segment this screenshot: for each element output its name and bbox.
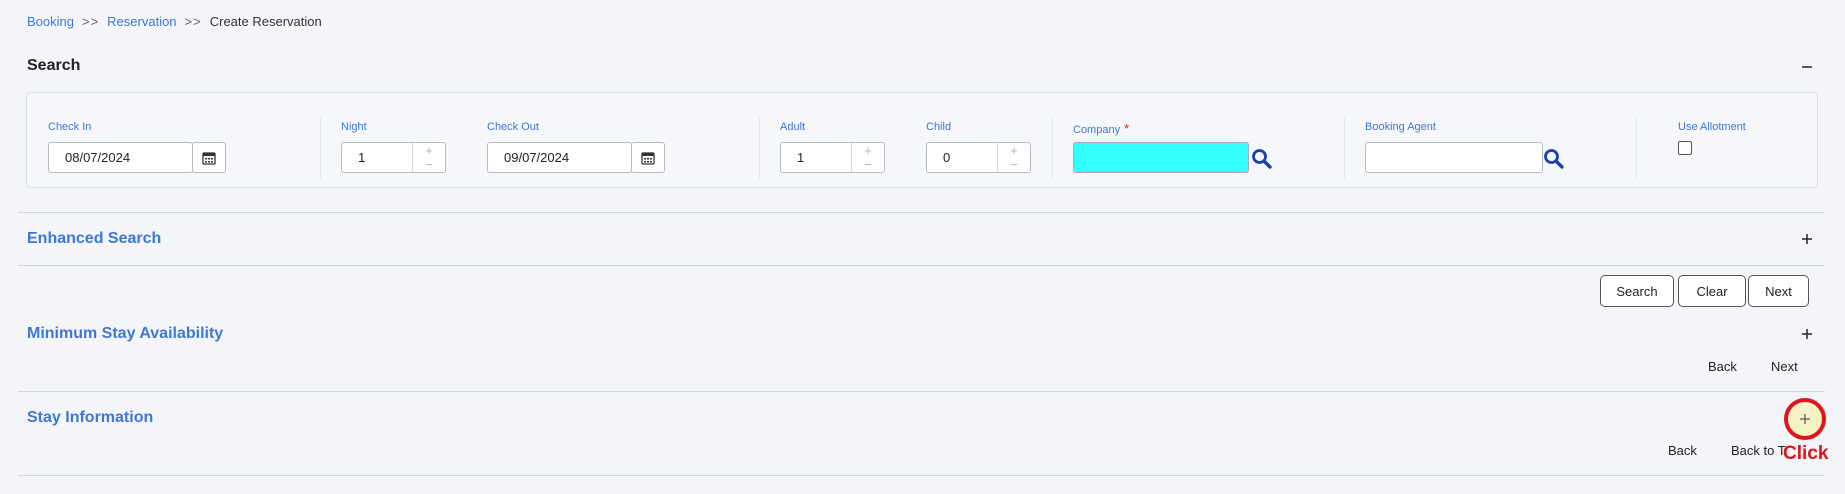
- stay-info-back-button[interactable]: Back: [1668, 443, 1697, 458]
- company-search-icon[interactable]: [1251, 148, 1273, 170]
- increment-icon[interactable]: +: [852, 143, 884, 158]
- field-divider: [320, 118, 321, 178]
- night-label: Night: [341, 121, 367, 133]
- calendar-icon[interactable]: [631, 142, 665, 173]
- section-divider: [18, 475, 1825, 476]
- breadcrumb-separator: >>: [81, 14, 100, 29]
- adult-stepper[interactable]: 1 + −: [780, 142, 885, 173]
- check-out-input[interactable]: [487, 142, 632, 173]
- booking-agent-search-icon[interactable]: [1543, 148, 1565, 170]
- company-input[interactable]: [1073, 142, 1249, 173]
- stay-information-title[interactable]: Stay Information: [27, 409, 153, 427]
- minus-icon[interactable]: [1797, 57, 1817, 77]
- breadcrumb-reservation[interactable]: Reservation: [107, 14, 176, 29]
- use-allotment-checkbox[interactable]: [1678, 141, 1692, 155]
- search-button[interactable]: Search: [1600, 275, 1674, 307]
- decrement-icon[interactable]: −: [998, 158, 1030, 173]
- check-in-label: Check In: [48, 121, 92, 133]
- booking-agent-input[interactable]: [1365, 142, 1543, 173]
- company-label: Company *: [1073, 121, 1129, 136]
- section-divider: [18, 391, 1825, 392]
- plus-icon[interactable]: [1784, 398, 1826, 440]
- clear-button[interactable]: Clear: [1678, 275, 1746, 307]
- breadcrumb-current: Create Reservation: [209, 14, 322, 29]
- field-divider: [1636, 118, 1637, 178]
- adult-value[interactable]: 1: [781, 143, 851, 172]
- plus-icon[interactable]: [1797, 324, 1817, 344]
- min-stay-next-button[interactable]: Next: [1771, 359, 1798, 374]
- min-stay-back-button[interactable]: Back: [1708, 359, 1737, 374]
- check-out-label: Check Out: [487, 121, 539, 133]
- breadcrumb-booking[interactable]: Booking: [27, 14, 74, 29]
- increment-icon[interactable]: +: [998, 143, 1030, 158]
- enhanced-search-title[interactable]: Enhanced Search: [27, 230, 161, 248]
- decrement-icon[interactable]: −: [413, 158, 445, 173]
- child-stepper[interactable]: 0 + −: [926, 142, 1031, 173]
- next-button[interactable]: Next: [1748, 275, 1809, 307]
- search-panel: [26, 92, 1818, 188]
- field-divider: [759, 118, 760, 178]
- calendar-icon[interactable]: [192, 142, 226, 173]
- child-label: Child: [926, 121, 952, 133]
- adult-label: Adult: [780, 121, 806, 133]
- increment-icon[interactable]: +: [413, 143, 445, 158]
- click-annotation: Click: [1783, 443, 1829, 464]
- night-value[interactable]: 1: [342, 143, 412, 172]
- decrement-icon[interactable]: −: [852, 158, 884, 173]
- company-label-text: Company: [1073, 124, 1121, 136]
- plus-icon[interactable]: [1797, 229, 1817, 249]
- field-divider: [1052, 118, 1053, 178]
- child-value[interactable]: 0: [927, 143, 997, 172]
- breadcrumb-separator: >>: [184, 14, 202, 29]
- back-to-button[interactable]: Back to T: [1731, 443, 1786, 458]
- required-mark: *: [1124, 121, 1130, 136]
- section-divider: [18, 265, 1825, 266]
- booking-agent-label: Booking Agent: [1365, 121, 1436, 133]
- search-section-title: Search: [27, 57, 81, 74]
- use-allotment-label: Use Allotment: [1678, 121, 1746, 133]
- section-divider: [18, 212, 1825, 213]
- night-stepper[interactable]: 1 + −: [341, 142, 446, 173]
- minimum-stay-title[interactable]: Minimum Stay Availability: [27, 325, 223, 343]
- check-in-input[interactable]: [48, 142, 193, 173]
- breadcrumb: Booking >> Reservation >> Create Reserva…: [27, 14, 322, 29]
- field-divider: [1344, 118, 1345, 178]
